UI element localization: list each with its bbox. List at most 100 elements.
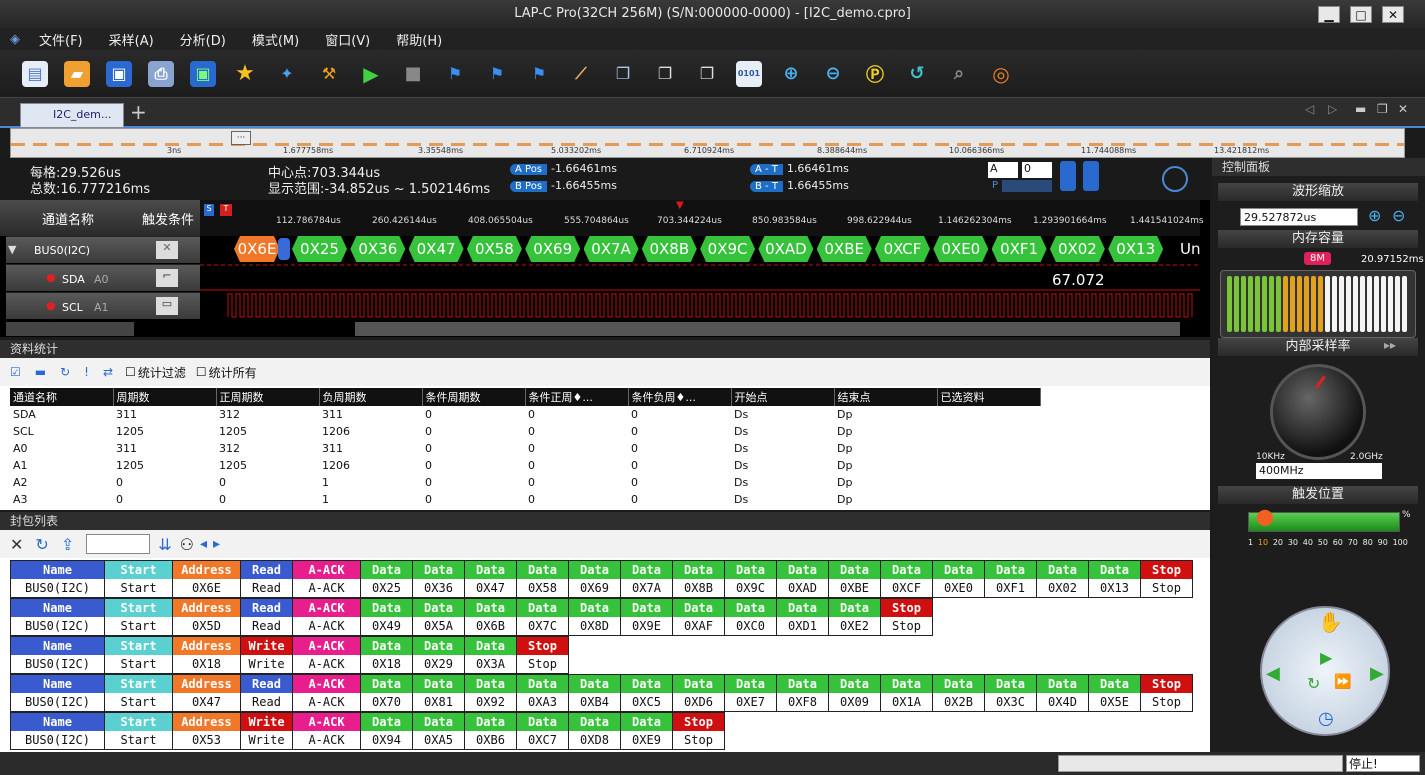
zoom-out-icon[interactable]: ⊖ [1392,206,1405,225]
tab-minimize-icon[interactable]: ▬ [1355,102,1366,116]
packet-cell[interactable]: Data 0X13 [1089,560,1141,598]
packet-cell[interactable]: Read Read [241,674,293,712]
packet-cell[interactable]: Data 0XA5 [413,712,465,750]
packet-cell[interactable]: Data 0XE2 [829,598,881,636]
move-right-icon[interactable]: ▶ [1370,663,1384,684]
channel-scrollbar[interactable] [6,322,134,336]
trigger-none-icon[interactable]: ✕ [156,241,178,259]
sample-rate-knob[interactable] [1270,364,1366,460]
col-header[interactable]: 条件正周♦... [525,388,629,406]
packet-cell[interactable]: Name BUS0(I2C) [10,636,105,674]
packet-cell[interactable]: Data 0XD8 [569,712,621,750]
zoom-in-icon[interactable]: ⊕ [1368,206,1381,225]
packet-bubble[interactable]: 0XBE [817,236,872,262]
packet-cell[interactable]: Address 0X47 [173,674,241,712]
trigger-position-thumb[interactable]: ⬤ [1256,507,1274,526]
packet-cell[interactable]: Start Start [105,674,173,712]
packet-bubble[interactable]: 0X36 [350,236,405,262]
export-icon[interactable]: ❐ [694,61,720,87]
packet-cell[interactable]: Stop Stop [881,598,933,636]
packet-cell[interactable]: Data 0XE7 [725,674,777,712]
stop-icon[interactable]: ■ [400,61,426,87]
zoom-fit-icon[interactable]: ⟋ [568,61,594,87]
packet-bubble[interactable]: 0X25 [292,236,347,262]
packet-cell[interactable]: Data 0XB4 [569,674,621,712]
menu-window[interactable]: 窗口(V) [312,30,383,49]
packet-cell[interactable]: Data 0X6B [465,598,517,636]
upload-icon[interactable]: ⇪ [61,535,74,554]
packet-cell[interactable]: Data 0X7C [517,598,569,636]
col-header[interactable]: 条件负周♦... [628,388,732,406]
packet-cell[interactable]: Data 0X94 [361,712,413,750]
fast-forward-icon[interactable]: ⏩ [1334,674,1351,690]
add-tab-button[interactable]: + [130,100,147,124]
packet-cell[interactable]: Data 0X47 [465,560,517,598]
col-header[interactable]: 通道名称 [10,388,114,406]
tab-restore-icon[interactable]: ❐ [1377,102,1388,116]
packet-cell[interactable]: Data 0XE0 [933,560,985,598]
copy-icon[interactable]: ❐ [610,61,636,87]
packet-cell[interactable]: Data 0X36 [413,560,465,598]
line-icon[interactable]: ▬ [35,365,46,379]
packet-cell[interactable]: A-ACK A-ACK [293,712,361,750]
packet-bubble[interactable]: 0X69 [525,236,580,262]
packet-cell[interactable]: Data 0X92 [465,674,517,712]
packet-bubble[interactable]: 0X9C [700,236,755,262]
binoculars-icon[interactable]: ⚇ [180,535,194,554]
packet-cell[interactable]: A-ACK A-ACK [293,598,361,636]
packet-bubble[interactable]: 0X13 [1108,236,1163,262]
packet-cell[interactable]: Read Read [241,598,293,636]
packet-cell[interactable]: Data 0XC5 [621,674,673,712]
packet-cell[interactable]: Start Start [105,560,173,598]
packet-cell[interactable]: A-ACK A-ACK [293,674,361,712]
col-header[interactable]: 正周期数 [216,388,320,406]
col-header[interactable]: 负周期数 [319,388,423,406]
s-marker-icon[interactable]: S [204,204,214,216]
packet-cell[interactable]: Name BUS0(I2C) [10,712,105,750]
binary-icon[interactable]: 0101 [736,60,762,87]
sample-rate-select[interactable]: 400MHz [1256,463,1382,479]
packet-cell[interactable]: Data 0X2B [933,674,985,712]
packet-row[interactable]: Name BUS0(I2C) Start Start Address 0X18 Write W… [10,636,569,674]
check-icon[interactable]: ☑ [10,365,21,379]
table-row[interactable]: A2 0 0 1 0 0 0 Ds Dp [10,474,1040,491]
zoom-p-icon[interactable]: Ⓟ [862,61,888,87]
sync-icon[interactable]: ⇄ [103,365,113,379]
app-menu-icon[interactable]: ◈ [10,32,20,47]
channel-row-sda[interactable]: ● SDA A0 ⌐ [6,264,200,291]
table-row[interactable]: SCL 1205 1205 1206 0 0 0 Ds Dp [10,423,1040,440]
search-icon[interactable]: ⌕ [946,61,972,87]
packet-cell[interactable]: Data 0XC0 [725,598,777,636]
time-ruler[interactable]: S T ▼ 112.786784us 260.426144us 408.0655… [200,200,1204,236]
packet-cell[interactable]: Data 0XD6 [673,674,725,712]
expand-icon[interactable]: ▼ [8,243,16,256]
channel-row-bus[interactable]: ▼ BUS0(I2C) ✕ [6,236,200,263]
loop-icon[interactable]: ↻ [1307,674,1320,693]
packet-bubble[interactable]: 0X58 [467,236,522,262]
expand-right-icon[interactable]: ▸▸ [1384,338,1396,352]
save-icon[interactable]: ▣ [106,60,132,87]
move-left-icon[interactable]: ◀ [1266,663,1280,684]
packet-row[interactable]: Name BUS0(I2C) Start Start Address 0X53 Write W… [10,712,725,750]
overview-timeline[interactable]: ··· 3ns 1.677758ms 3.35548ms 5.033202ms … [10,128,1405,158]
menu-file[interactable]: 文件(F) [26,30,96,49]
find-prev-icon[interactable]: ◂ [200,536,207,552]
packet-cell[interactable]: Address 0X18 [173,636,241,674]
menu-mode[interactable]: 模式(M) [239,30,312,49]
packet-cell[interactable]: Data 0X29 [413,636,465,674]
maximize-button[interactable]: □ [1350,6,1372,23]
packet-cell[interactable]: Data 0X5E [1089,674,1141,712]
settings-icon[interactable]: ⚒ [316,61,342,87]
packet-cell[interactable]: Address 0X5D [173,598,241,636]
packet-cell[interactable]: Data 0X18 [361,636,413,674]
trigger-edge-icon[interactable]: ⌐ [156,269,178,287]
packet-cell[interactable]: Name BUS0(I2C) [10,674,105,712]
packet-cell[interactable]: Data 0XA3 [517,674,569,712]
col-header[interactable]: 周期数 [113,388,217,406]
packet-cell[interactable]: Data 0X58 [517,560,569,598]
packet-cell[interactable]: Data 0X4D [1037,674,1089,712]
table-row[interactable]: A0 311 312 311 0 0 0 Ds Dp [10,440,1040,457]
run-tools-icon[interactable]: ✦ [274,61,300,87]
new-file-icon[interactable]: ▤ [22,60,48,87]
packet-cell[interactable]: Data 0XC7 [517,712,569,750]
